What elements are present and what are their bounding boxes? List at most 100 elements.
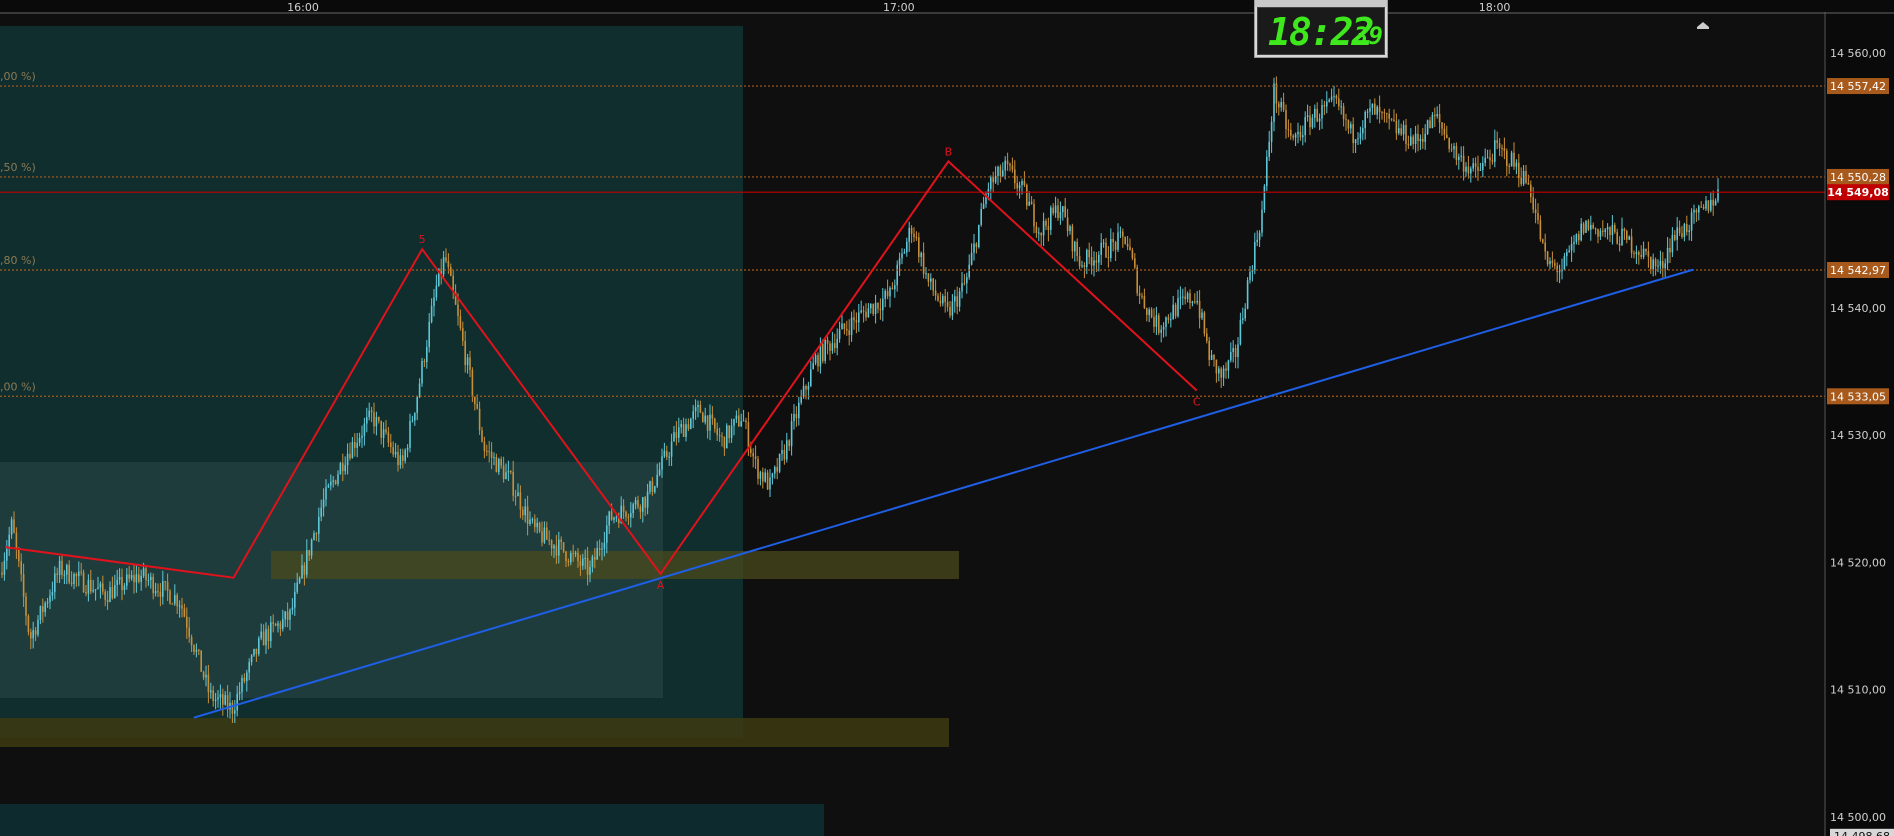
candle-body (92, 590, 94, 592)
candle-body (354, 441, 356, 448)
candle-body (75, 573, 78, 577)
candle-body (584, 557, 586, 559)
candle-body (1717, 189, 1719, 201)
candle-body (798, 402, 800, 419)
candle-body (1110, 239, 1112, 258)
candle-body (1035, 226, 1038, 233)
candle-body (1297, 131, 1299, 135)
candle-body (886, 290, 889, 297)
candle-body (543, 527, 546, 543)
candle-body (1150, 309, 1153, 318)
candle-body (214, 699, 217, 702)
candle-body (186, 616, 188, 628)
candle (1263, 184, 1266, 213)
candle-body (718, 435, 721, 437)
candle-body (286, 611, 289, 620)
candle-body (898, 258, 901, 265)
candle-body (301, 565, 303, 579)
candle-body (430, 306, 433, 323)
candle-body (1628, 236, 1630, 240)
candle-body (1695, 210, 1698, 213)
candle-body (1455, 146, 1458, 160)
candle-body (1105, 242, 1107, 258)
candle-body (961, 283, 963, 292)
level-label: 14 533,05 (1830, 390, 1886, 403)
candle-body (1021, 181, 1023, 186)
candle-body (1126, 243, 1129, 247)
candle (421, 357, 423, 387)
candle-body (406, 447, 409, 451)
candle (1203, 310, 1206, 337)
candle-body (877, 302, 879, 309)
candle-body (284, 611, 286, 620)
candle-body (231, 702, 234, 714)
candle-body (164, 581, 166, 583)
candle-body (457, 304, 459, 316)
candle-body (1426, 120, 1429, 134)
candle-body (1362, 128, 1364, 134)
candle-body (404, 450, 406, 462)
candle-body (375, 417, 378, 427)
candle-body (1042, 220, 1045, 236)
candle-body (1580, 223, 1582, 241)
candle-body (351, 441, 354, 459)
price-chart[interactable]: ,00 %) ,50 %) ,80 %) ,00 %) 5 A B C 14 560,00 14 … (0, 0, 1894, 836)
candle-body (1285, 109, 1287, 130)
candle-body (1018, 185, 1021, 189)
candle-body (157, 591, 159, 593)
candle-body (210, 690, 212, 693)
candle-body (1083, 265, 1086, 268)
digital-clock-widget[interactable]: 18:22 39 (1254, 0, 1388, 58)
candle-body (723, 436, 726, 449)
candle-body (80, 571, 82, 573)
candle-body (162, 581, 164, 597)
candle-body (853, 317, 855, 321)
candle-body (1143, 296, 1146, 309)
candle-body (848, 330, 850, 336)
candle-body (925, 273, 927, 275)
candle-body (1006, 160, 1009, 165)
candle-body (1184, 296, 1186, 300)
candle-body (394, 451, 397, 455)
candle-body (37, 619, 39, 635)
candle-body (1448, 138, 1450, 149)
candle-body (834, 343, 836, 349)
candle-body (1429, 120, 1431, 129)
candle-body (32, 630, 34, 639)
candle-body (735, 415, 738, 420)
candle-body (1203, 312, 1206, 334)
candle-body (1441, 122, 1443, 129)
candle-body (30, 632, 32, 639)
candle-body (630, 513, 632, 518)
candle-body (1189, 293, 1191, 304)
candle-body (771, 473, 774, 478)
candle-body (1318, 118, 1321, 122)
candle-body (937, 295, 939, 301)
clock-titlebar[interactable] (1255, 0, 1387, 7)
candle-body (1076, 241, 1078, 257)
candle-body (1527, 182, 1530, 185)
candle-body (1458, 156, 1460, 160)
candle-body (865, 311, 867, 318)
candle-body (1462, 155, 1465, 172)
candle-body (1155, 315, 1158, 327)
candle-body (1093, 260, 1095, 266)
candle-body (1551, 260, 1554, 264)
candle-body (15, 532, 18, 549)
candle-body (738, 415, 740, 427)
candle (562, 542, 565, 554)
candle-body (1350, 124, 1352, 129)
candle-body (442, 257, 445, 275)
candle-body (1669, 247, 1671, 253)
candle-body (330, 481, 332, 486)
candle-body (699, 404, 702, 413)
candle-body (1198, 300, 1201, 319)
candle (1585, 220, 1587, 234)
candle-body (946, 301, 949, 307)
candle-body (1467, 166, 1470, 174)
candle-body (1662, 261, 1664, 269)
candle-body (997, 166, 999, 176)
candle-body (910, 227, 913, 234)
candle-body (838, 329, 841, 339)
candle-body (781, 450, 783, 454)
